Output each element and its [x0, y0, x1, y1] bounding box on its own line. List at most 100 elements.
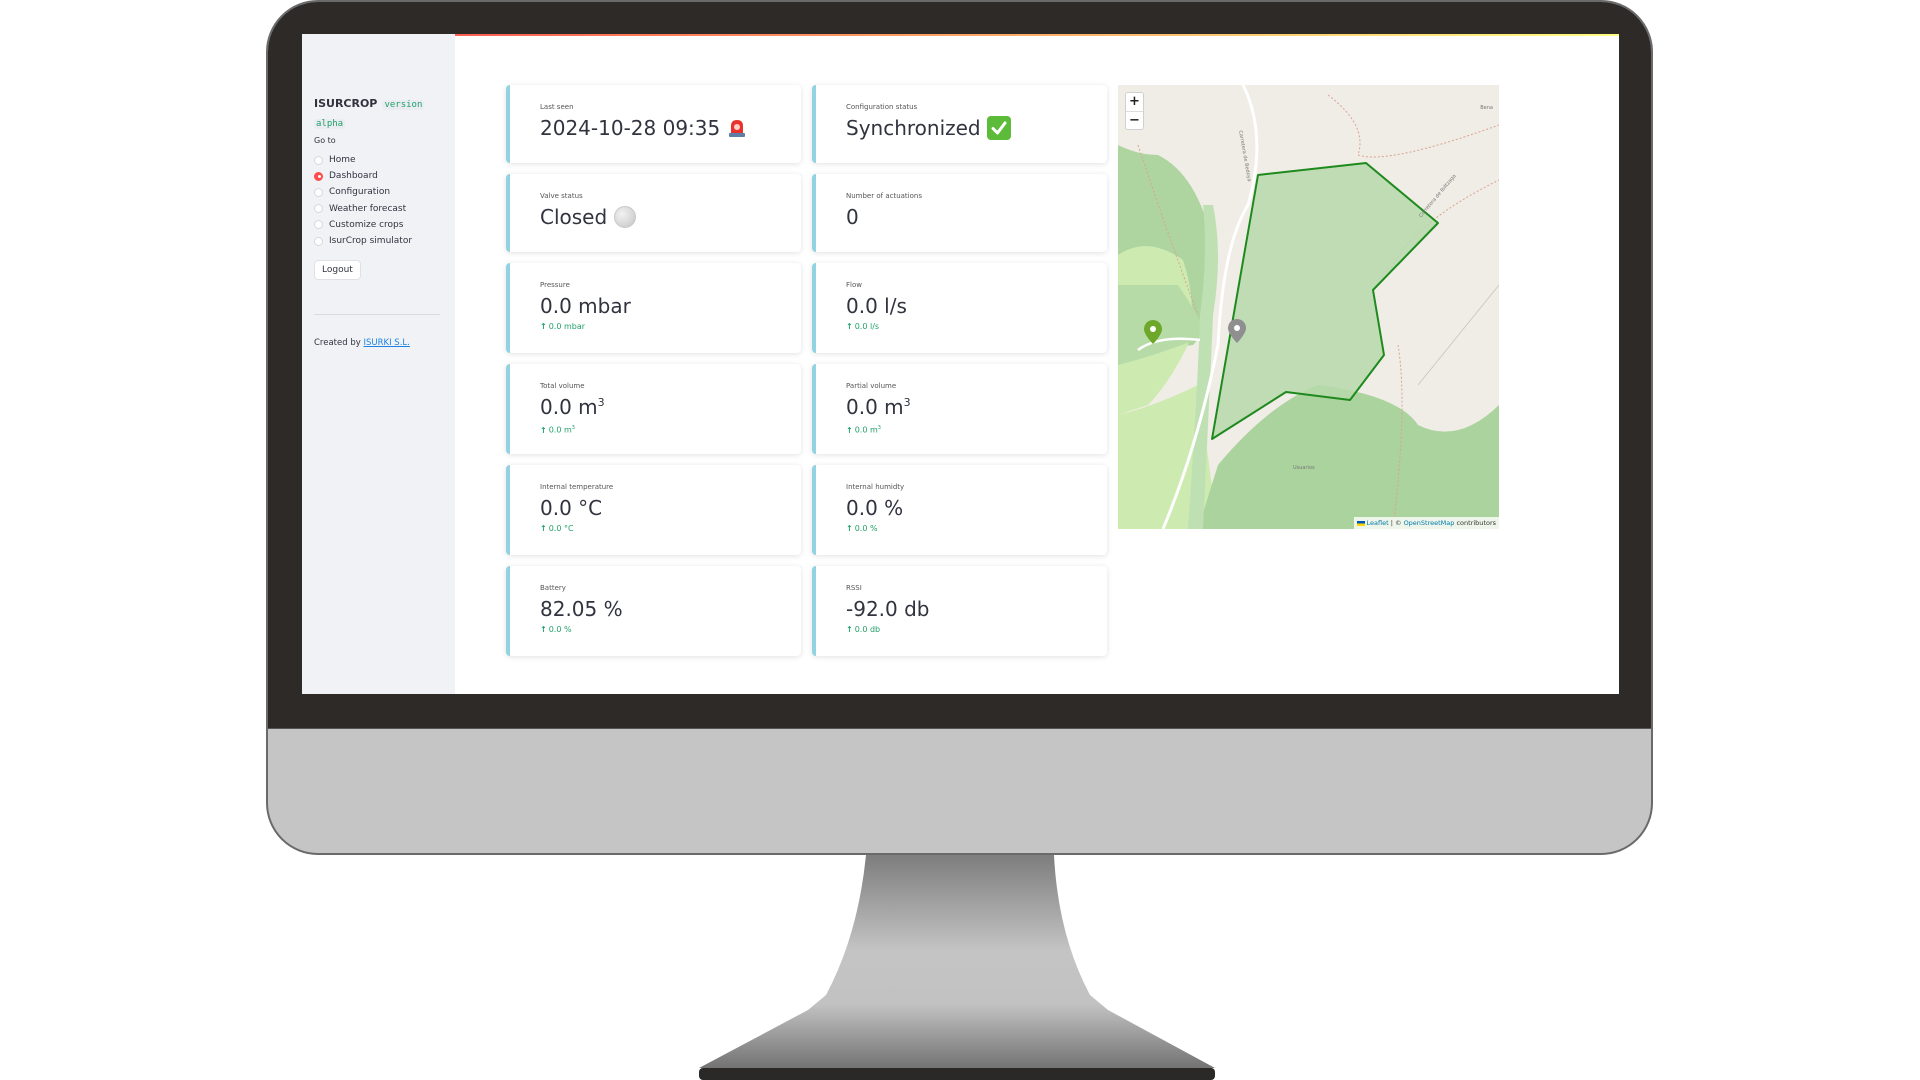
- metric-delta-text: 0.0 %: [548, 625, 572, 634]
- arrow-up-icon: ↑: [540, 625, 547, 634]
- metric-value-text: 2024-10-28 09:35: [540, 116, 721, 140]
- app-name: ISURCROP: [314, 97, 378, 110]
- metric-label: Last seen: [540, 103, 574, 111]
- nav-item-label: Weather forecast: [329, 203, 407, 214]
- radio-button[interactable]: [314, 155, 323, 165]
- metric-card-flow: Flow 0.0 l/s ↑ 0.0 l/s: [812, 263, 1107, 353]
- arrow-up-icon: ↑: [846, 322, 853, 331]
- created-by: Created by ISURKI S.L.: [314, 338, 410, 348]
- field-map[interactable]: Bena Usuarios Carretera de Bedoya Carret…: [1118, 85, 1499, 529]
- arrow-up-icon: ↑: [540, 322, 547, 331]
- radio-button-selected[interactable]: [314, 171, 323, 181]
- attribution-suffix: contributors: [1454, 519, 1496, 527]
- arrow-up-icon: ↑: [846, 625, 853, 634]
- metric-card-partial-volume: Partial volume 0.0 m3 ↑ 0.0 m3: [812, 364, 1107, 454]
- metric-card-configuration-status: Configuration status Synchronized: [812, 85, 1107, 163]
- path: [1327, 94, 1499, 158]
- siren-icon: [727, 117, 747, 139]
- metric-label: Total volume: [540, 382, 585, 390]
- metric-value: Closed: [540, 203, 801, 231]
- metric-delta: ↑ 0.0 db: [846, 624, 1107, 636]
- nav-item-home[interactable]: Home: [314, 152, 412, 168]
- leaflet-link[interactable]: Leaflet: [1367, 519, 1389, 527]
- map-place-label: Bena: [1480, 105, 1493, 111]
- version-value: alpha: [314, 119, 346, 129]
- metric-value-text: Synchronized: [846, 116, 981, 140]
- radio-button[interactable]: [314, 236, 323, 246]
- metric-card-actuations: Number of actuations 0: [812, 174, 1107, 252]
- metric-value: Synchronized: [846, 114, 1107, 142]
- sidebar: ISURCROP version alpha Go to Home Dashbo…: [302, 34, 455, 694]
- metric-value: 0.0 mbar: [540, 294, 631, 318]
- radio-button[interactable]: [314, 204, 323, 214]
- app-title: ISURCROP version alpha: [314, 94, 444, 132]
- metric-delta: ↑ 0.0 m3: [540, 422, 801, 437]
- attribution-separator: | ©: [1388, 519, 1404, 527]
- nav-item-configuration[interactable]: Configuration: [314, 184, 412, 200]
- metric-delta-text: 0.0 %: [854, 524, 878, 533]
- metric-label: Battery: [540, 584, 566, 592]
- metric-label: Internal humidty: [846, 483, 905, 491]
- metric-card-valve-status: Valve status Closed: [506, 174, 801, 252]
- field-polygon[interactable]: [1211, 162, 1439, 440]
- ukraine-flag-icon: [1356, 520, 1365, 526]
- version-label: version: [382, 100, 425, 110]
- metrics-grid: Last seen 2024-10-28 09:35 Configuration…: [506, 85, 1107, 656]
- nav-item-isurcrop-simulator[interactable]: IsurCrop simulator: [314, 233, 412, 249]
- metric-label: Pressure: [540, 281, 570, 289]
- arrow-up-icon: ↑: [540, 425, 547, 435]
- metric-label: Number of actuations: [846, 192, 922, 200]
- metric-value: 0: [846, 205, 859, 229]
- zoom-out-button[interactable]: −: [1126, 111, 1143, 129]
- arrow-up-icon: ↑: [540, 524, 547, 533]
- nav-item-customize-crops[interactable]: Customize crops: [314, 217, 412, 233]
- nav-heading: Go to: [314, 136, 336, 145]
- metric-card-internal-humidity: Internal humidty 0.0 % ↑ 0.0 %: [812, 465, 1107, 555]
- map-tiles[interactable]: [1118, 85, 1499, 529]
- metric-delta-text: 0.0 mbar: [548, 322, 586, 331]
- metric-value: 0.0 m3: [846, 395, 911, 419]
- nav-item-weather-forecast[interactable]: Weather forecast: [314, 201, 412, 217]
- metric-delta-text: 0.0 m: [548, 425, 572, 435]
- unit-superscript: 3: [877, 425, 881, 431]
- nav-item-label: IsurCrop simulator: [329, 236, 413, 247]
- openstreetmap-link[interactable]: OpenStreetMap: [1404, 519, 1455, 527]
- metric-card-internal-temperature: Internal temperature 0.0 °C ↑ 0.0 °C: [506, 465, 801, 555]
- map-attribution: Leaflet | © OpenStreetMap contributors: [1353, 517, 1499, 529]
- nav-item-label: Home: [329, 155, 356, 166]
- metric-value: 0.0 l/s: [846, 294, 907, 318]
- metric-delta: ↑ 0.0 l/s: [846, 321, 1107, 333]
- metric-delta-text: 0.0 m: [854, 425, 878, 435]
- white-circle-icon: [614, 206, 637, 228]
- main-content: Last seen 2024-10-28 09:35 Configuration…: [455, 34, 1619, 694]
- metric-delta: ↑ 0.0 mbar: [540, 321, 801, 333]
- metric-delta: ↑ 0.0 m3: [846, 422, 1107, 437]
- unit-superscript: 3: [571, 425, 575, 431]
- nav-radio-group: Home Dashboard Configuration Weather for…: [314, 152, 412, 249]
- metric-label: RSSI: [846, 584, 862, 592]
- nav-item-label: Dashboard: [329, 171, 378, 182]
- nav-item-label: Configuration: [329, 187, 391, 198]
- metric-card-battery: Battery 82.05 % ↑ 0.0 %: [506, 566, 801, 656]
- metric-delta: ↑ 0.0 %: [540, 624, 801, 636]
- logout-button[interactable]: Logout: [314, 260, 361, 280]
- created-by-prefix: Created by: [314, 338, 361, 348]
- metric-value: 0.0 %: [846, 496, 904, 520]
- sidebar-divider: [314, 314, 440, 315]
- metric-card-pressure: Pressure 0.0 mbar ↑ 0.0 mbar: [506, 263, 801, 353]
- metric-delta-text: 0.0 db: [854, 625, 881, 634]
- zoom-in-button[interactable]: +: [1126, 93, 1143, 111]
- metric-label: Internal temperature: [540, 483, 614, 491]
- metric-value-text: Closed: [540, 205, 608, 229]
- nav-item-dashboard[interactable]: Dashboard: [314, 168, 412, 184]
- radio-button[interactable]: [314, 187, 323, 197]
- metric-card-rssi: RSSI -92.0 db ↑ 0.0 db: [812, 566, 1107, 656]
- metric-label: Partial volume: [846, 382, 897, 390]
- company-link[interactable]: ISURKI S.L.: [363, 338, 409, 348]
- map-forest-label: Usuarios: [1293, 465, 1315, 471]
- metric-value: -92.0 db: [846, 597, 930, 621]
- metric-value: 82.05 %: [540, 597, 623, 621]
- map-zoom-control: + −: [1125, 92, 1144, 130]
- radio-button[interactable]: [314, 220, 323, 230]
- metric-delta-text: 0.0 l/s: [854, 322, 880, 331]
